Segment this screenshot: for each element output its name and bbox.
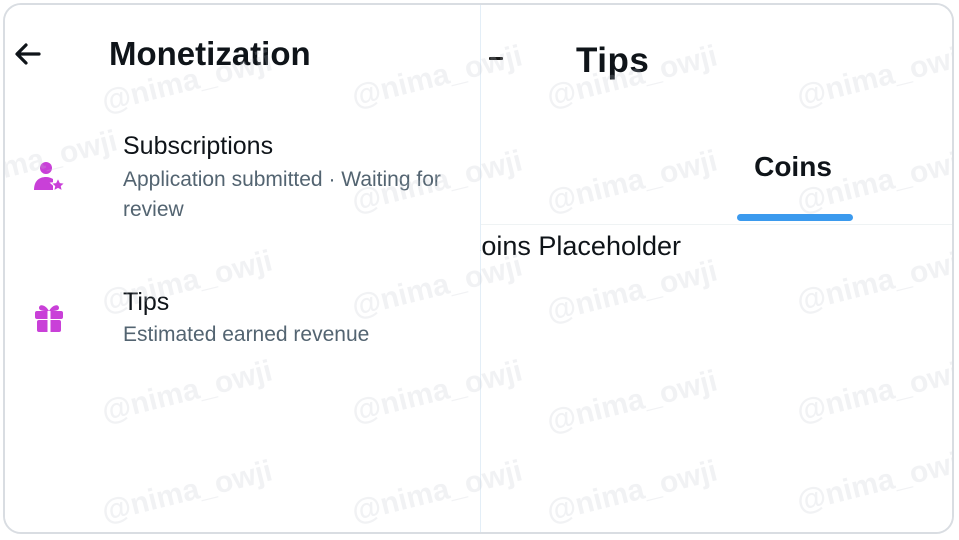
monetization-screen: Monetization Subscriptions Application s… — [5, 5, 480, 532]
subscriptions-title: Subscriptions — [123, 132, 274, 160]
back-button[interactable] — [11, 37, 45, 71]
tips-subtitle: Estimated earned revenue — [123, 323, 370, 346]
tips-title: Tips — [123, 288, 170, 316]
tips-screen: Tips Coins Coins Placeholder — [462, 5, 952, 532]
tab-divider — [481, 224, 952, 225]
screenshot-frame: Tips Coins Coins Placeholder Monetizatio… — [3, 3, 954, 534]
gift-icon — [31, 300, 67, 336]
tips-page-title: Tips — [576, 41, 650, 80]
tab-coins[interactable]: Coins — [733, 151, 853, 183]
tab-active-indicator — [737, 214, 853, 221]
back-arrow-fragment-icon — [489, 57, 503, 60]
back-arrow-icon — [15, 43, 41, 65]
subscriptions-status: Application submitted · Waiting for revi… — [123, 168, 441, 221]
list-item-tips[interactable]: Tips Estimated earned revenue — [5, 280, 480, 360]
page-title: Monetization — [109, 35, 311, 72]
person-star-icon — [31, 159, 67, 195]
list-item-subscriptions[interactable]: Subscriptions Application submitted · Wa… — [5, 125, 480, 235]
